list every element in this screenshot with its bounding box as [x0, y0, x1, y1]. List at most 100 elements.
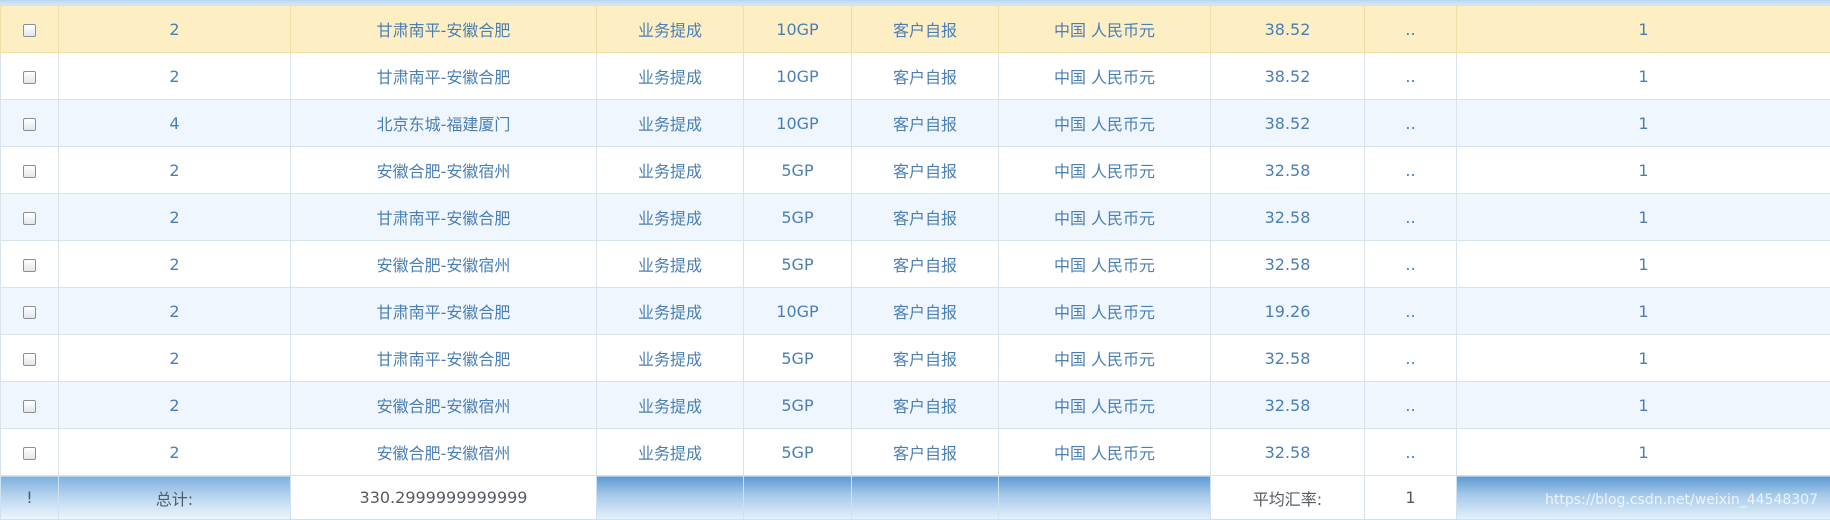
route-cell: 北京东城-福建厦门 [290, 99, 597, 147]
rate-cell: 1 [1456, 334, 1830, 382]
table-row[interactable]: 2 安徽合肥-安徽宿州 业务提成 5GP 客户自报 中国 人民币元 32.58.. 1 [0, 240, 1830, 288]
summary-row: ! 总计: 330.2999999999999 平均汇率: 1 [0, 475, 1830, 520]
more-cell: .. [1364, 193, 1457, 241]
row-select-cell[interactable] [0, 193, 59, 241]
source-cell: 客户自报 [851, 334, 999, 382]
more-cell: .. [1364, 99, 1457, 147]
rate-cell: 1 [1456, 193, 1830, 241]
summary-avg-rate-value: 1 [1364, 475, 1457, 520]
more-cell: .. [1364, 240, 1457, 288]
source-cell: 客户自报 [851, 240, 999, 288]
rate-cell: 1 [1456, 146, 1830, 194]
amount-cell: 38.52 [1210, 52, 1365, 100]
route-cell: 甘肃南平-安徽合肥 [290, 287, 597, 335]
more-cell: .. [1364, 5, 1457, 53]
row-checkbox[interactable] [23, 117, 36, 131]
table-row[interactable]: 2 安徽合肥-安徽宿州 业务提成 5GP 客户自报 中国 人民币元 32.58.. 1 [0, 381, 1830, 429]
amount-cell: 32.58 [1210, 381, 1365, 429]
rate-cell: 1 [1456, 99, 1830, 147]
currency-cell: 中国 人民币元 [998, 428, 1211, 476]
row-select-cell[interactable] [0, 240, 59, 288]
rate-cell: 1 [1456, 381, 1830, 429]
row-select-cell[interactable] [0, 428, 59, 476]
route-cell: 安徽合肥-安徽宿州 [290, 240, 597, 288]
amount-cell: 32.58 [1210, 193, 1365, 241]
row-select-cell[interactable] [0, 99, 59, 147]
table-row[interactable]: 2 甘肃南平-安徽合肥 业务提成 10GP 客户自报 中国 人民币元 38.52.. 1 [0, 5, 1830, 53]
summary-mark: ! [0, 475, 59, 520]
container-cell: 5GP [743, 334, 852, 382]
currency-cell: 中国 人民币元 [998, 99, 1211, 147]
source-cell: 客户自报 [851, 99, 999, 147]
amount-cell: 32.58 [1210, 334, 1365, 382]
currency-cell: 中国 人民币元 [998, 240, 1211, 288]
fee-type-cell: 业务提成 [596, 240, 744, 288]
table-row[interactable]: 2 甘肃南平-安徽合肥 业务提成 5GP 客户自报 中国 人民币元 32.58.. 1 [0, 334, 1830, 382]
table-row[interactable]: 4 北京东城-福建厦门 业务提成 10GP 客户自报 中国 人民币元 38.52.. 1 [0, 99, 1830, 147]
more-cell: .. [1364, 146, 1457, 194]
row-checkbox[interactable] [23, 23, 36, 37]
qty-cell: 2 [58, 287, 291, 335]
table-row[interactable]: 2 甘肃南平-安徽合肥 业务提成 10GP 客户自报 中国 人民币元 19.26.. 1 [0, 287, 1830, 335]
fee-type-cell: 业务提成 [596, 381, 744, 429]
row-checkbox[interactable] [23, 211, 36, 225]
row-checkbox[interactable] [23, 399, 36, 413]
row-select-cell[interactable] [0, 146, 59, 194]
route-cell: 安徽合肥-安徽宿州 [290, 381, 597, 429]
fee-type-cell: 业务提成 [596, 334, 744, 382]
more-cell: .. [1364, 428, 1457, 476]
amount-cell: 38.52 [1210, 99, 1365, 147]
row-checkbox[interactable] [23, 164, 36, 178]
table-row[interactable]: 2 安徽合肥-安徽宿州 业务提成 5GP 客户自报 中国 人民币元 32.58.. 1 [0, 146, 1830, 194]
container-cell: 5GP [743, 193, 852, 241]
currency-cell: 中国 人民币元 [998, 193, 1211, 241]
route-cell: 安徽合肥-安徽宿州 [290, 428, 597, 476]
grid-body: 2 甘肃南平-安徽合肥 业务提成 10GP 客户自报 中国 人民币元 38.52.. 1 2 甘肃… [0, 5, 1830, 476]
container-cell: 10GP [743, 287, 852, 335]
qty-cell: 2 [58, 146, 291, 194]
source-cell: 客户自报 [851, 428, 999, 476]
source-cell: 客户自报 [851, 287, 999, 335]
row-select-cell[interactable] [0, 381, 59, 429]
rate-cell: 1 [1456, 52, 1830, 100]
row-checkbox[interactable] [23, 352, 36, 366]
route-cell: 甘肃南平-安徽合肥 [290, 5, 597, 53]
row-select-cell[interactable] [0, 52, 59, 100]
fee-type-cell: 业务提成 [596, 193, 744, 241]
summary-empty-cell [851, 475, 999, 520]
rate-cell: 1 [1456, 5, 1830, 53]
route-cell: 甘肃南平-安徽合肥 [290, 52, 597, 100]
table-row[interactable]: 2 甘肃南平-安徽合肥 业务提成 5GP 客户自报 中国 人民币元 32.58.. 1 [0, 193, 1830, 241]
currency-cell: 中国 人民币元 [998, 287, 1211, 335]
qty-cell: 4 [58, 99, 291, 147]
summary-empty-cell [596, 475, 744, 520]
fee-type-cell: 业务提成 [596, 5, 744, 53]
table-row[interactable]: 2 甘肃南平-安徽合肥 业务提成 10GP 客户自报 中国 人民币元 38.52.. 1 [0, 52, 1830, 100]
row-checkbox[interactable] [23, 305, 36, 319]
source-cell: 客户自报 [851, 381, 999, 429]
qty-cell: 2 [58, 381, 291, 429]
qty-cell: 2 [58, 334, 291, 382]
summary-avg-rate-label: 平均汇率: [1210, 475, 1365, 520]
container-cell: 5GP [743, 240, 852, 288]
table-row[interactable]: 2 安徽合肥-安徽宿州 业务提成 5GP 客户自报 中国 人民币元 32.58.. 1 [0, 428, 1830, 476]
row-checkbox[interactable] [23, 70, 36, 84]
more-cell: .. [1364, 381, 1457, 429]
row-checkbox[interactable] [23, 446, 36, 460]
row-select-cell[interactable] [0, 334, 59, 382]
currency-cell: 中国 人民币元 [998, 381, 1211, 429]
summary-empty-cell [1456, 475, 1830, 520]
amount-cell: 38.52 [1210, 5, 1365, 53]
row-select-cell[interactable] [0, 287, 59, 335]
route-cell: 甘肃南平-安徽合肥 [290, 334, 597, 382]
more-cell: .. [1364, 287, 1457, 335]
summary-total-label: 总计: [58, 475, 291, 520]
row-checkbox[interactable] [23, 258, 36, 272]
rate-cell: 1 [1456, 428, 1830, 476]
row-select-cell[interactable] [0, 5, 59, 53]
more-cell: .. [1364, 334, 1457, 382]
qty-cell: 2 [58, 5, 291, 53]
currency-cell: 中国 人民币元 [998, 5, 1211, 53]
qty-cell: 2 [58, 428, 291, 476]
container-cell: 5GP [743, 381, 852, 429]
